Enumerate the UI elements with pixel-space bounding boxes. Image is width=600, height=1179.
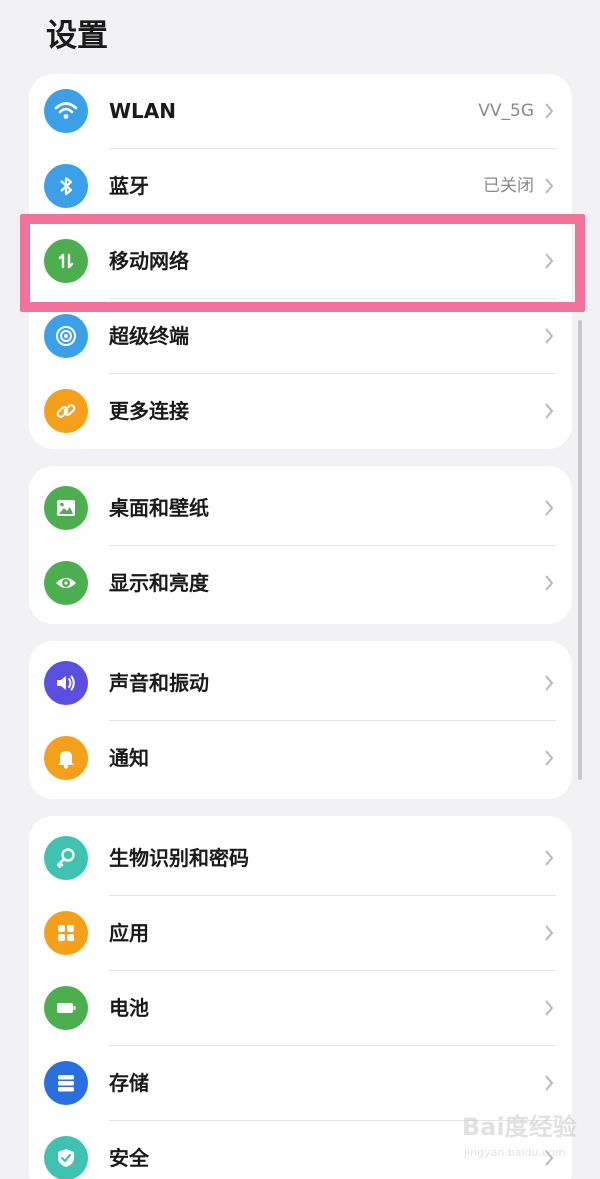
highlight-box xyxy=(20,214,585,312)
chevron-right-icon xyxy=(545,103,554,119)
settings-item-label: 生物识别和密码 xyxy=(109,846,249,870)
watermark-url: jingyan.baidu.com xyxy=(464,1146,566,1159)
settings-item-biometrics-password[interactable]: 生物识别和密码 xyxy=(29,821,572,896)
wifi-icon xyxy=(44,89,88,133)
page-title: 设置 xyxy=(46,18,108,54)
settings-item-label: 通知 xyxy=(109,746,149,770)
chevron-right-icon xyxy=(545,575,554,591)
settings-item-sound-vibration[interactable]: 声音和振动 xyxy=(29,646,572,721)
settings-item-storage[interactable]: 存储 xyxy=(29,1046,572,1121)
settings-item-display-brightness[interactable]: 显示和亮度 xyxy=(29,546,572,621)
settings-item-wallpaper[interactable]: 桌面和壁纸 xyxy=(29,471,572,546)
battery-icon xyxy=(44,986,88,1030)
settings-item-label: 安全 xyxy=(109,1146,149,1170)
bluetooth-status: 已关闭 xyxy=(483,176,534,196)
chevron-right-icon xyxy=(545,1000,554,1016)
chevron-right-icon xyxy=(545,850,554,866)
settings-item-label: WLAN xyxy=(109,99,177,123)
settings-item-battery[interactable]: 电池 xyxy=(29,971,572,1046)
super-device-icon xyxy=(44,314,88,358)
watermark: Bai度经验 jingyan.baidu.com xyxy=(462,1112,577,1170)
settings-card-sound: 声音和振动 通知 xyxy=(29,641,572,799)
settings-item-label: 电池 xyxy=(109,996,149,1020)
chevron-right-icon xyxy=(545,925,554,941)
chevron-right-icon xyxy=(545,500,554,516)
link-icon xyxy=(44,389,88,433)
chevron-right-icon xyxy=(545,1075,554,1091)
scrollbar[interactable] xyxy=(578,320,582,780)
settings-item-more-connections[interactable]: 更多连接 xyxy=(29,374,572,449)
chevron-right-icon xyxy=(545,675,554,691)
settings-item-wlan[interactable]: WLAN VV_5G xyxy=(29,74,572,149)
eye-icon xyxy=(44,561,88,605)
settings-item-label: 更多连接 xyxy=(109,399,189,423)
chevron-right-icon xyxy=(545,403,554,419)
chevron-right-icon xyxy=(545,328,554,344)
settings-item-notifications[interactable]: 通知 xyxy=(29,721,572,796)
storage-icon xyxy=(44,1061,88,1105)
settings-item-apps[interactable]: 应用 xyxy=(29,896,572,971)
settings-item-label: 蓝牙 xyxy=(109,174,149,198)
settings-item-bluetooth[interactable]: 蓝牙 已关闭 xyxy=(29,149,572,224)
wallpaper-icon xyxy=(44,486,88,530)
settings-item-label: 桌面和壁纸 xyxy=(109,496,209,520)
watermark-logo: Bai度经验 xyxy=(462,1113,577,1141)
chevron-right-icon xyxy=(545,178,554,194)
settings-item-label: 声音和振动 xyxy=(109,671,209,695)
shield-icon xyxy=(44,1136,88,1179)
apps-icon xyxy=(44,911,88,955)
speaker-icon xyxy=(44,661,88,705)
settings-item-label: 存储 xyxy=(109,1071,149,1095)
wlan-network-name: VV_5G xyxy=(478,101,534,121)
chevron-right-icon xyxy=(545,750,554,766)
settings-item-label: 应用 xyxy=(109,921,149,945)
settings-item-label: 显示和亮度 xyxy=(109,571,209,595)
settings-card-display: 桌面和壁纸 显示和亮度 xyxy=(29,466,572,624)
key-icon xyxy=(44,836,88,880)
bell-icon xyxy=(44,736,88,780)
bluetooth-icon xyxy=(44,164,88,208)
